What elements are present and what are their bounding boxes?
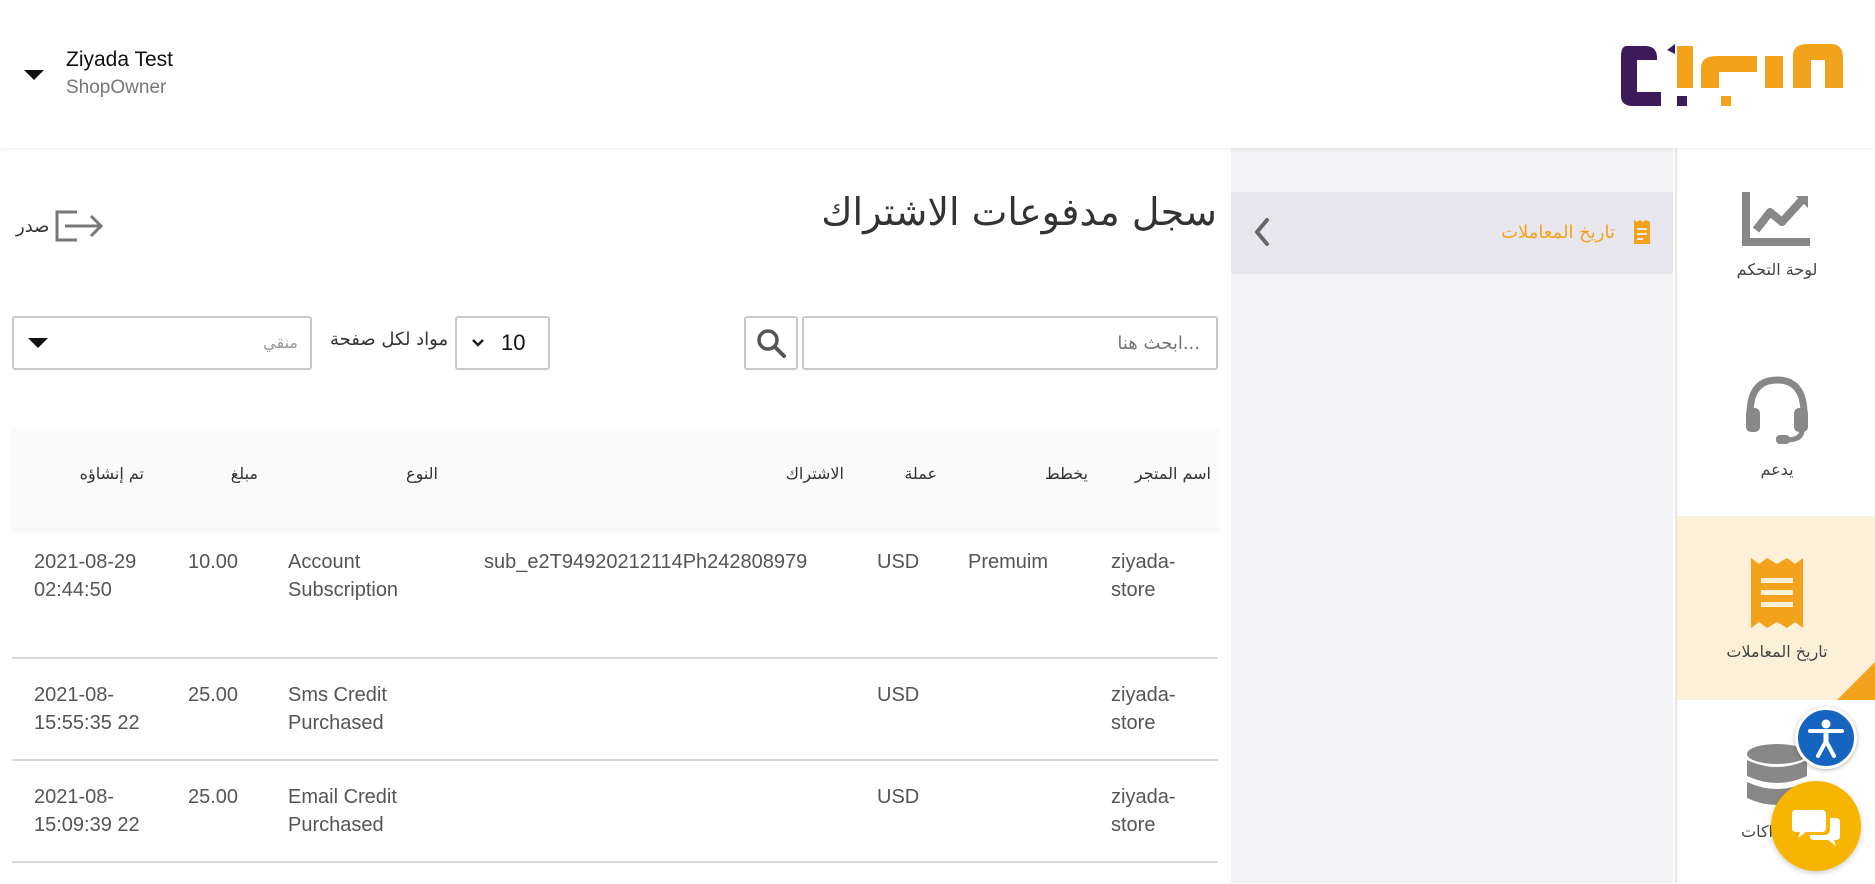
export-icon	[55, 210, 104, 242]
cell-type: Account Subscription	[288, 551, 399, 601]
sub-menu-label: تاريخ المعاملات	[1501, 222, 1615, 243]
filter-placeholder: منقي	[263, 333, 298, 352]
col-header-subscription[interactable]: الاشتراك	[484, 464, 844, 483]
cell-type: Email Credit Purchased	[288, 786, 397, 836]
per-page-label: مواد لكل صفحة	[330, 329, 449, 350]
per-page-value: 10	[501, 330, 526, 355]
user-info: Ziyada Test ShopOwner	[66, 46, 173, 101]
rail-item-support[interactable]: يدعم	[1677, 332, 1875, 516]
sub-menu-panel: تاريخ المعاملات	[1231, 148, 1673, 883]
col-header-amount[interactable]: مبلغ	[188, 464, 258, 483]
rail-item-transactions[interactable]: تاريخ المعاملات	[1677, 516, 1875, 700]
col-header-plan[interactable]: يخطط	[968, 464, 1088, 483]
receipt-icon	[1751, 558, 1803, 628]
chevron-left-icon[interactable]	[1253, 216, 1271, 248]
table-row: 2021-08-29 02:44:50 10.00 Account Subscr…	[12, 528, 1218, 659]
col-header-store[interactable]: اسم المتجر	[1111, 464, 1211, 483]
rail-label-support: يدعم	[1760, 460, 1794, 479]
chat-button[interactable]	[1771, 781, 1861, 871]
cell-created: 2021-08-15:55:35 22	[34, 684, 140, 734]
user-name: Ziyada Test	[66, 48, 173, 71]
cell-currency: USD	[877, 551, 920, 573]
cell-amount: 25.00	[188, 786, 239, 808]
cell-plan: Premuim	[968, 551, 1049, 573]
search-bar	[744, 316, 1218, 370]
cell-created: 2021-08-29 02:44:50	[34, 551, 137, 601]
main-content: سجل مدفوعات الاشتراك صدر مواد لكل صفحة 1…	[0, 148, 1231, 883]
top-header: Ziyada Test ShopOwner	[0, 0, 1875, 148]
page-title: سجل مدفوعات الاشتراك	[821, 190, 1217, 234]
filter-select[interactable]: منقي	[12, 316, 312, 370]
col-header-type[interactable]: النوع	[288, 464, 438, 483]
export-button[interactable]: صدر	[16, 208, 105, 244]
table-row: 2021-08-15:09:39 22 25.00 Email Credit P…	[12, 761, 1218, 863]
chevron-down-icon	[472, 339, 484, 347]
cell-store: ziyada-store	[1111, 551, 1176, 601]
chat-icon	[1792, 810, 1840, 846]
payments-table: تم إنشاؤه مبلغ النوع الاشتراك عملة يخطط …	[12, 428, 1218, 863]
rail-label-packages: اكات	[1741, 822, 1773, 841]
col-header-currency[interactable]: عملة	[877, 464, 937, 483]
active-corner-marker	[1837, 660, 1875, 700]
rail-item-dashboard[interactable]: لوحة التحكم	[1677, 148, 1875, 332]
rail-label-dashboard: لوحة التحكم	[1736, 260, 1818, 279]
accessibility-icon	[1808, 719, 1844, 758]
cell-type: Sms Credit Purchased	[288, 684, 387, 734]
cell-created: 2021-08-15:09:39 22	[34, 786, 140, 836]
cell-amount: 10.00	[188, 551, 239, 573]
caret-down-icon[interactable]	[24, 70, 44, 80]
brand-logo[interactable]	[1617, 36, 1847, 126]
table-row: 2021-08-15:55:35 22 25.00 Sms Credit Pur…	[12, 659, 1218, 761]
user-role: ShopOwner	[66, 77, 167, 98]
cell-amount: 25.00	[188, 684, 239, 706]
table-header-row: تم إنشاؤه مبلغ النوع الاشتراك عملة يخطط …	[12, 428, 1218, 528]
export-label: صدر	[16, 215, 50, 237]
cell-store: ziyada-store	[1111, 684, 1176, 734]
col-header-created[interactable]: تم إنشاؤه	[34, 464, 144, 483]
accessibility-button[interactable]	[1795, 707, 1857, 769]
cell-subscription: sub_e2T94920212114Ph242808979	[484, 551, 808, 573]
search-input[interactable]	[802, 316, 1218, 370]
rail-label-transactions: تاريخ المعاملات	[1726, 642, 1828, 661]
caret-down-icon	[28, 338, 48, 348]
icon-rail: لوحة التحكم يدعم تاريخ المعاملات اكات	[1675, 148, 1875, 883]
sub-menu-item-transactions[interactable]: تاريخ المعاملات	[1231, 192, 1673, 274]
receipt-small-icon	[1634, 220, 1650, 244]
search-button[interactable]	[744, 316, 798, 370]
per-page-select[interactable]: 10	[455, 316, 550, 370]
user-menu[interactable]: Ziyada Test ShopOwner	[24, 46, 173, 101]
cell-currency: USD	[877, 786, 920, 808]
cell-currency: USD	[877, 684, 920, 706]
cell-store: ziyada-store	[1111, 786, 1176, 836]
chart-icon	[1742, 192, 1810, 246]
search-icon	[757, 329, 786, 358]
headset-icon	[1746, 376, 1808, 444]
